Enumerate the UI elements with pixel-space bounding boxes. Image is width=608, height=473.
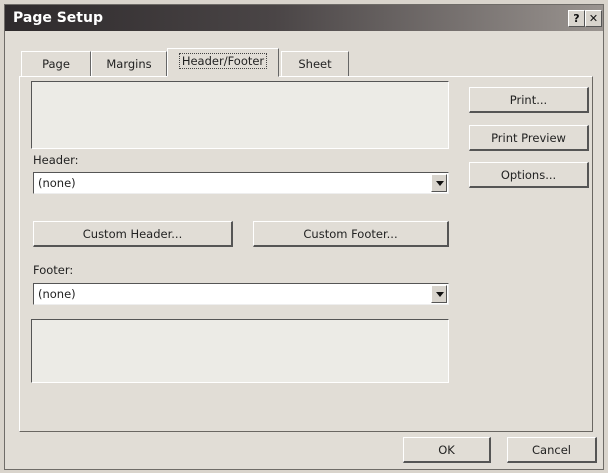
footer-label: Footer:: [33, 263, 74, 277]
tab-margins[interactable]: Margins: [91, 51, 167, 76]
print-button[interactable]: Print...: [469, 87, 589, 113]
options-button[interactable]: Options...: [469, 162, 589, 188]
header-dropdown[interactable]: (none): [33, 172, 449, 194]
tab-margins-label: Margins: [106, 57, 152, 71]
tab-header-footer[interactable]: Header/Footer: [167, 48, 279, 77]
chevron-down-icon[interactable]: [431, 174, 447, 192]
title-bar[interactable]: Page Setup ? ✕: [5, 5, 603, 31]
cancel-button[interactable]: Cancel: [507, 437, 597, 463]
help-button[interactable]: ?: [568, 10, 585, 27]
page-setup-dialog: Page Setup ? ✕ Page Margins Header/Foote…: [4, 4, 604, 470]
dialog-title: Page Setup: [13, 10, 103, 26]
tab-page[interactable]: Page: [21, 51, 91, 76]
close-button[interactable]: ✕: [585, 10, 602, 27]
tab-sheet-label: Sheet: [298, 57, 332, 71]
header-dropdown-value: (none): [38, 176, 76, 190]
header-label: Header:: [33, 153, 79, 167]
footer-dropdown-value: (none): [38, 287, 76, 301]
footer-preview: [31, 319, 449, 383]
footer-dropdown[interactable]: (none): [33, 283, 449, 305]
tab-page-label: Page: [42, 57, 70, 71]
custom-footer-button[interactable]: Custom Footer...: [253, 221, 449, 247]
custom-header-button[interactable]: Custom Header...: [33, 221, 233, 247]
ok-button[interactable]: OK: [403, 437, 491, 463]
tab-sheet[interactable]: Sheet: [281, 51, 349, 76]
header-preview: [31, 81, 449, 149]
chevron-down-icon[interactable]: [431, 285, 447, 303]
print-preview-button[interactable]: Print Preview: [469, 125, 589, 151]
tab-header-footer-label: Header/Footer: [178, 53, 268, 69]
close-icon: ✕: [588, 12, 599, 25]
